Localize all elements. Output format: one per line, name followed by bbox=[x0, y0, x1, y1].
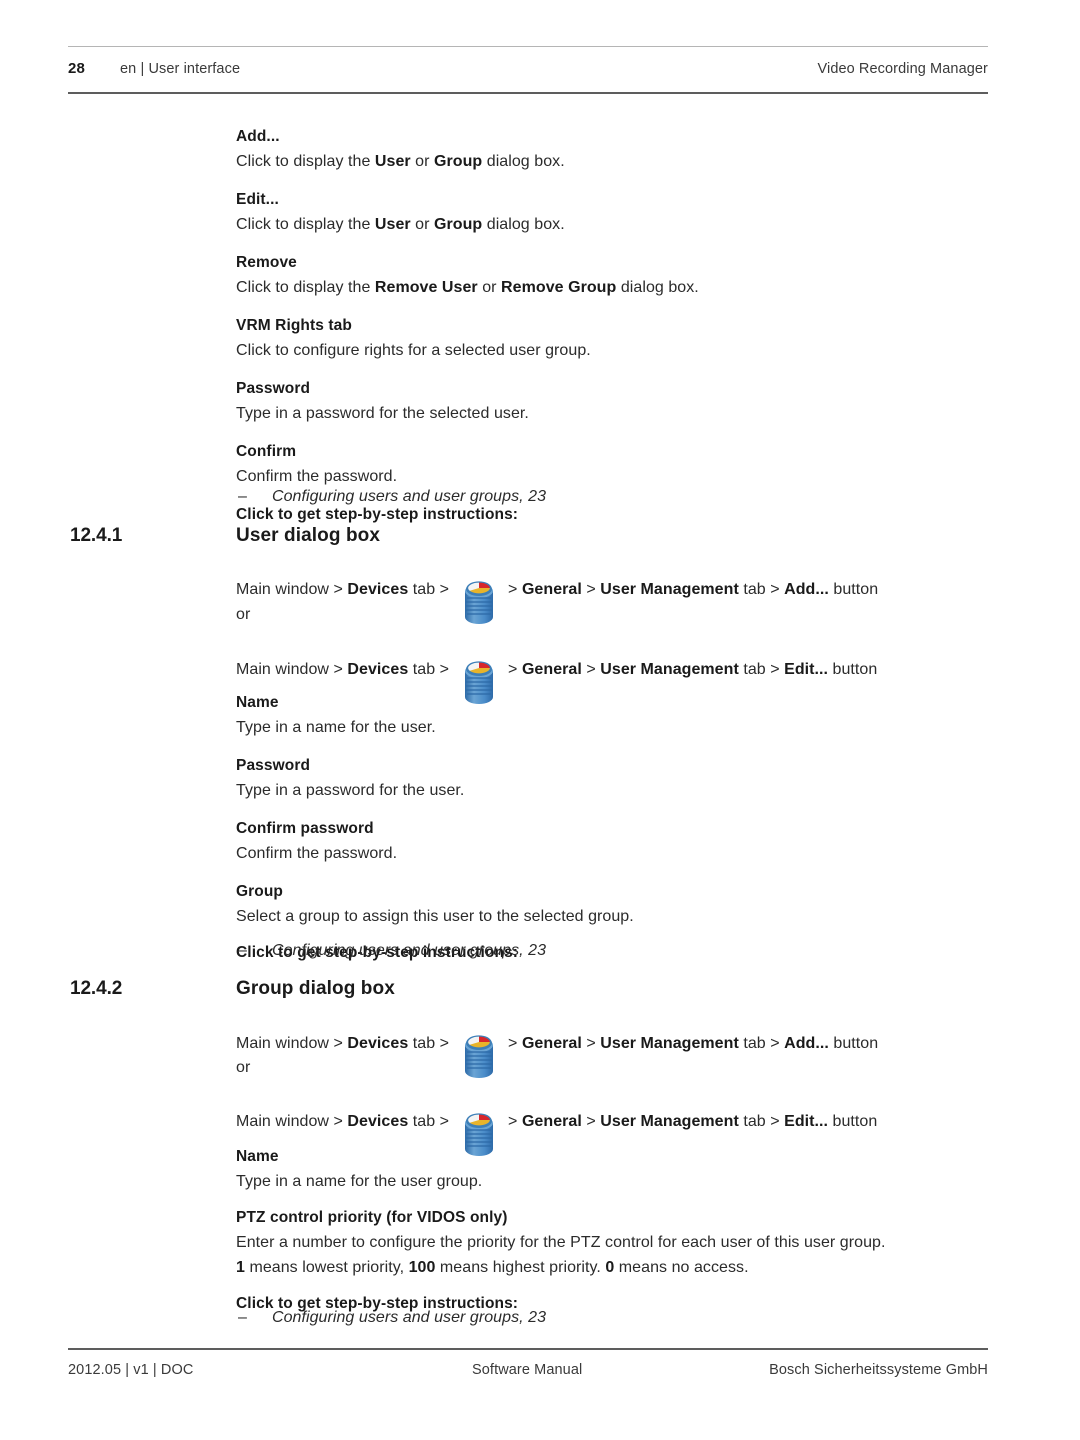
path-devices-tab: Devices bbox=[347, 661, 409, 678]
emphasis-term: 100 bbox=[408, 1259, 436, 1276]
path-user-management-tab: User Management bbox=[600, 581, 739, 598]
section-title-12-4-1: User dialog box bbox=[236, 525, 381, 546]
path-devices-tab: Devices bbox=[347, 581, 409, 598]
footer-rule bbox=[68, 1348, 988, 1350]
footer-revision: 2012.05 | v1 | DOC bbox=[68, 1362, 194, 1378]
desc-password-user: Type in a password for the user. bbox=[236, 782, 465, 799]
term-confirm-password: Confirm password bbox=[236, 820, 374, 837]
xref-dash-12-4-2: – bbox=[238, 1309, 247, 1326]
desc-remove: Click to display the Remove User or Remo… bbox=[236, 279, 699, 296]
term-edit: Edit... bbox=[236, 191, 279, 208]
or-label-12-4-1: or bbox=[236, 606, 251, 623]
emphasis-term: Group bbox=[434, 153, 483, 170]
emphasis-term: Group bbox=[434, 216, 483, 233]
xref-link-12-4-1[interactable]: Configuring users and user groups, 23 bbox=[272, 938, 546, 963]
or-label-12-4-2: or bbox=[236, 1059, 251, 1076]
path-devices-tab: Devices bbox=[347, 1113, 409, 1130]
vrm-device-icon bbox=[458, 1032, 500, 1078]
running-header: 28 en | User interface Video Recording M… bbox=[68, 60, 988, 88]
path-user-management-tab: User Management bbox=[600, 661, 739, 678]
emphasis-term: Remove User bbox=[374, 279, 478, 296]
desc-vrm-rights-tab: Click to configure rights for a selected… bbox=[236, 342, 591, 359]
emphasis-term: Remove Group bbox=[501, 279, 617, 296]
term-ptz-control-priority: PTZ control priority (for VIDOS only) bbox=[236, 1209, 508, 1226]
path-general: General bbox=[521, 661, 582, 678]
footer-manual-type: Software Manual bbox=[472, 1362, 583, 1378]
running-footer: 2012.05 | v1 | DOC Software Manual Bosch… bbox=[68, 1362, 988, 1386]
term-add: Add... bbox=[236, 128, 280, 145]
xref-dash-12-4-1: – bbox=[238, 942, 247, 959]
path-action-button: Add... bbox=[784, 581, 829, 598]
term-confirm: Confirm bbox=[236, 443, 297, 460]
desc-edit: Click to display the User or Group dialo… bbox=[236, 216, 565, 233]
term-remove: Remove bbox=[236, 254, 297, 271]
term-password: Password bbox=[236, 380, 311, 397]
intro-definition-list: Add... Click to display the User or Grou… bbox=[236, 124, 988, 527]
path-action-button: Edit... bbox=[784, 661, 829, 678]
path-line-12-4-1-add: Main window > Devices tab > > General > … bbox=[236, 578, 878, 624]
desc-group: Select a group to assign this user to th… bbox=[236, 908, 634, 925]
xref-link-intro[interactable]: Configuring users and user groups, 23 bbox=[272, 484, 546, 509]
desc-ptz-control-priority: Enter a number to configure the priority… bbox=[236, 1234, 886, 1251]
section-12-4-1-definition-list: Name Type in a name for the user. Passwo… bbox=[236, 690, 988, 965]
xref-dash-intro: – bbox=[238, 488, 247, 505]
path-user-management-tab: User Management bbox=[600, 1035, 739, 1052]
footer-company: Bosch Sicherheitssysteme GmbH bbox=[769, 1362, 988, 1378]
vrm-device-icon bbox=[458, 578, 500, 624]
path-line-12-4-2-add: Main window > Devices tab > > General > … bbox=[236, 1032, 878, 1078]
term-name-group: Name bbox=[236, 1148, 279, 1165]
path-devices-tab: Devices bbox=[347, 1035, 409, 1052]
breadcrumb: en | User interface bbox=[120, 61, 241, 77]
desc-ptz-priority-note: 1 means lowest priority, 100 means highe… bbox=[236, 1259, 749, 1276]
desc-confirm-password: Confirm the password. bbox=[236, 845, 398, 862]
desc-password: Type in a password for the selected user… bbox=[236, 405, 529, 422]
emphasis-term: 1 bbox=[236, 1259, 245, 1276]
path-action-button: Edit... bbox=[784, 1113, 829, 1130]
term-group: Group bbox=[236, 883, 283, 900]
desc-name-group: Type in a name for the user group. bbox=[236, 1173, 483, 1190]
emphasis-term: 0 bbox=[605, 1259, 615, 1276]
desc-name-user: Type in a name for the user. bbox=[236, 719, 436, 736]
emphasis-term: User bbox=[374, 153, 411, 170]
page-number: 28 bbox=[68, 60, 85, 77]
document-page: 28 en | User interface Video Recording M… bbox=[0, 0, 1080, 1440]
path-user-management-tab: User Management bbox=[600, 1113, 739, 1130]
section-12-4-2-definition-list: Name Type in a name for the user group. … bbox=[236, 1144, 988, 1316]
section-title-12-4-2: Group dialog box bbox=[236, 978, 395, 999]
header-bottom-rule bbox=[68, 92, 988, 94]
xref-link-12-4-2[interactable]: Configuring users and user groups, 23 bbox=[272, 1305, 546, 1330]
term-name-user: Name bbox=[236, 694, 279, 711]
desc-add: Click to display the User or Group dialo… bbox=[236, 153, 565, 170]
emphasis-term: User bbox=[374, 216, 411, 233]
path-general: General bbox=[521, 1035, 582, 1052]
term-vrm-rights-tab: VRM Rights tab bbox=[236, 317, 352, 334]
section-number-12-4-1: 12.4.1 bbox=[70, 525, 123, 546]
term-password-user: Password bbox=[236, 757, 311, 774]
document-title: Video Recording Manager bbox=[817, 61, 988, 77]
section-number-12-4-2: 12.4.2 bbox=[70, 978, 123, 999]
header-top-rule bbox=[68, 46, 988, 47]
path-action-button: Add... bbox=[784, 1035, 829, 1052]
path-general: General bbox=[521, 1113, 582, 1130]
path-general: General bbox=[521, 581, 582, 598]
